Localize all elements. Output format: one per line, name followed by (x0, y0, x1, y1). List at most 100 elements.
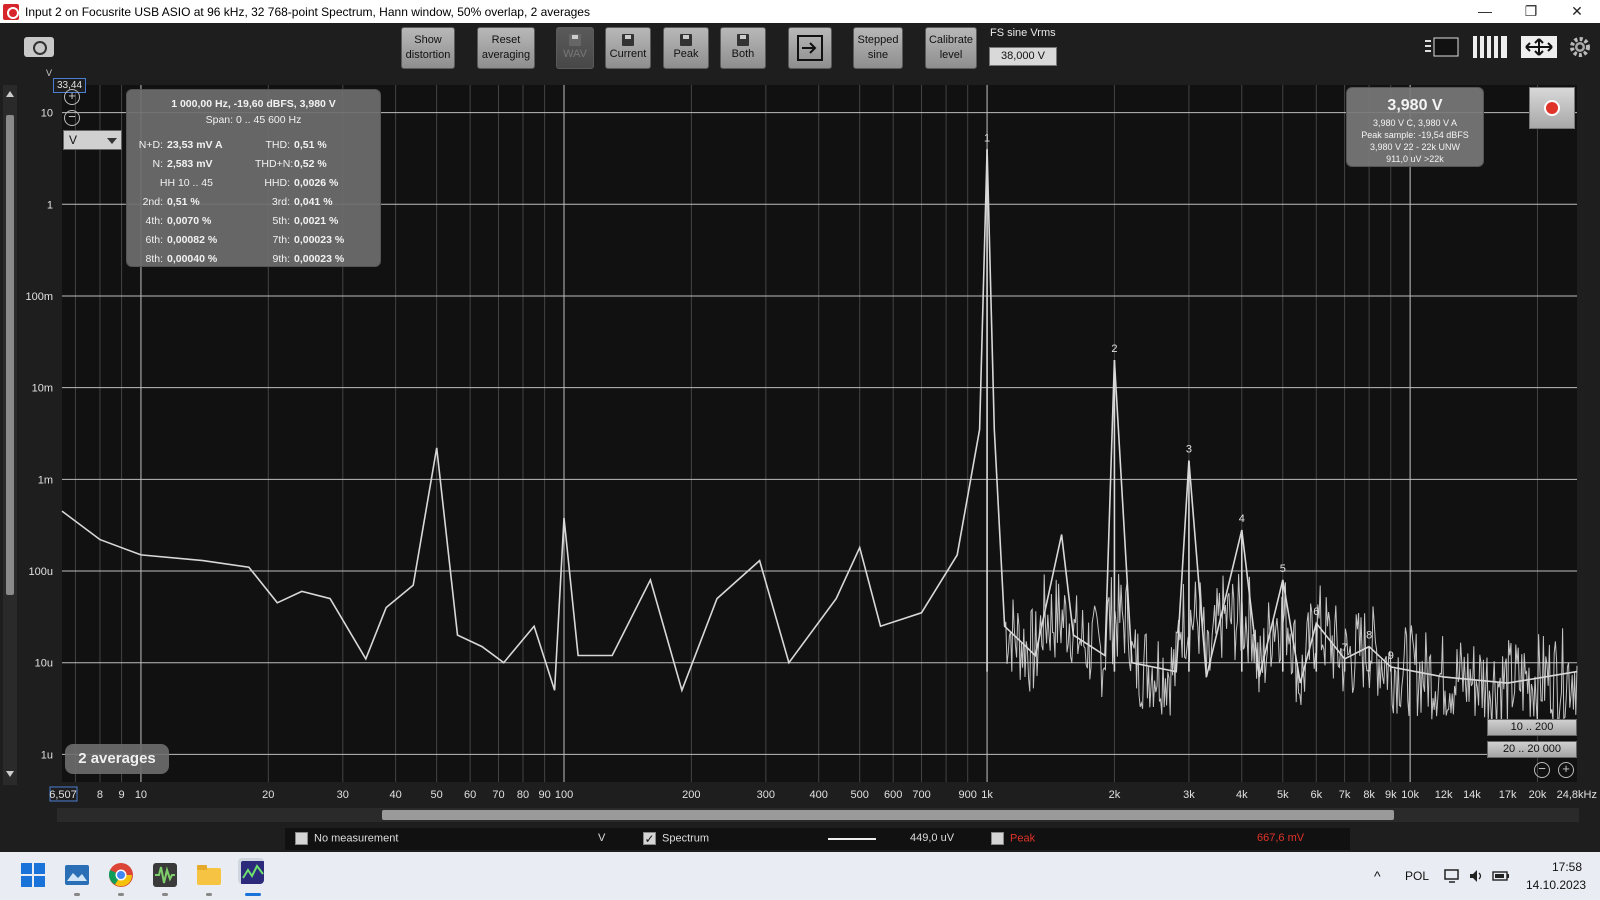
spectrum-checkbox[interactable] (643, 832, 656, 845)
calibrate-level-label-1: Calibrate (928, 34, 974, 46)
display-icon[interactable] (1444, 868, 1460, 884)
waveform-app-icon[interactable] (152, 862, 178, 888)
reset-averaging-label-2: averaging (481, 49, 531, 61)
distortion-row: 3rd: 0,041 % (255, 196, 333, 208)
harmonic-label: 3 (1186, 444, 1192, 456)
range-10-200-button[interactable]: 10 .. 200 (1487, 719, 1577, 736)
distortion-key: HHD: (264, 177, 290, 189)
x-tick-label: 300 (757, 789, 775, 801)
x-tick-label: 10 (135, 789, 147, 801)
distortion-value: 0,00082 % (167, 234, 218, 246)
running-indicator (118, 893, 124, 896)
peak-item[interactable]: Peak (991, 832, 1035, 845)
x-tick-label: 60 (464, 789, 476, 801)
distortion-row: 4th: 0,0070 % (133, 215, 211, 227)
save-current-button[interactable]: Current (605, 27, 651, 69)
y-tick-label: 10u (35, 658, 53, 670)
y-tick-label: 10m (32, 383, 53, 395)
close-button[interactable]: ✕ (1554, 0, 1600, 23)
maximize-button[interactable]: ❐ (1508, 0, 1554, 23)
x-tick-label: 24,8kHz (1557, 789, 1597, 801)
show-distortion-label-2: distortion (405, 49, 451, 61)
horizontal-scroll-thumb[interactable] (382, 810, 1394, 820)
y-tick-label: 100m (25, 291, 53, 303)
tray-chevron-icon[interactable]: ^ (1374, 852, 1381, 900)
reset-averaging-button[interactable]: Reset averaging (477, 27, 535, 69)
spectrum-item[interactable]: Spectrum (643, 832, 709, 845)
fs-sine-value[interactable]: 38,000 V (989, 47, 1057, 66)
no-measurement-label: No measurement (314, 832, 399, 845)
battery-icon[interactable] (1492, 868, 1510, 884)
save-icon (569, 34, 581, 46)
spectrum-label: Spectrum (662, 832, 710, 845)
range-20-20000-button[interactable]: 20 .. 20 000 (1487, 741, 1577, 758)
windows-start-icon[interactable] (20, 862, 46, 888)
save-peak-button[interactable]: Peak (663, 27, 709, 69)
clock-time[interactable]: 17:58 (1526, 860, 1582, 876)
distortion-row: 7th: 0,00023 % (255, 234, 344, 246)
peak-label: Peak (673, 48, 699, 60)
distortion-key: N+D: (138, 139, 163, 151)
distortion-key: HH 10 .. 45 (159, 177, 213, 189)
language-indicator[interactable]: POL (1405, 852, 1429, 900)
graph-area[interactable]: 10 1 100m 10m 1m 100u 10u 1u 8 9 10 20 30 40 50 60 70 80 9… (0, 68, 1600, 825)
fit-view-icon[interactable] (1520, 34, 1558, 58)
distortion-value: 23,53 mV A (167, 139, 223, 151)
distortion-key: 6th: (145, 234, 163, 246)
save-icon (622, 34, 634, 46)
peak-checkbox[interactable] (991, 832, 1004, 845)
x-tick-label: 8k (1363, 789, 1375, 801)
y-tick-label: 100u (29, 566, 53, 578)
harmonic-label: 7 (1342, 642, 1348, 654)
distortion-row: N: 2,583 mV (133, 158, 213, 170)
chevron-down-icon (107, 138, 117, 144)
record-button[interactable] (1529, 87, 1575, 129)
camera-icon[interactable] (24, 37, 54, 57)
file-explorer-icon[interactable] (196, 862, 222, 888)
stepped-sine-button[interactable]: Stepped sine (853, 27, 903, 69)
minimize-button[interactable]: — (1462, 0, 1508, 23)
save-icon (680, 34, 692, 46)
distortion-row: 9th: 0,00023 % (255, 253, 344, 265)
x-zoom-in-icon[interactable]: + (1558, 762, 1574, 778)
distortion-value: 0,00023 % (294, 234, 345, 246)
unit-select[interactable]: V (63, 130, 122, 150)
y-tick-label: 1m (38, 474, 53, 486)
calibrate-level-button[interactable]: Calibrate level (925, 27, 977, 69)
export-button[interactable] (788, 27, 832, 69)
running-indicator (74, 893, 80, 896)
chrome-icon[interactable] (108, 862, 134, 888)
volume-icon[interactable] (1468, 868, 1484, 884)
save-both-button[interactable]: Both (720, 27, 766, 69)
x-tick-label: 70 (492, 789, 504, 801)
distortion-key: 5th: (272, 215, 290, 227)
level-rms-value: 3,980 V (1387, 97, 1443, 114)
photos-app-icon[interactable] (64, 862, 90, 888)
wav-button[interactable]: WAV (556, 27, 594, 69)
x-zoom-out-icon[interactable]: − (1534, 762, 1550, 778)
x-tick-label: 400 (810, 789, 828, 801)
harmonic-label: 4 (1239, 513, 1245, 525)
zoom-in-icon[interactable]: + (64, 89, 80, 105)
columns-layout-icon[interactable] (1472, 34, 1508, 58)
distortion-value: 0,00040 % (167, 253, 218, 265)
rew-app-icon (3, 3, 19, 20)
controls-layout-icon[interactable] (1424, 34, 1460, 58)
gear-icon[interactable] (1567, 34, 1593, 58)
show-distortion-button[interactable]: Show distortion (401, 27, 455, 69)
no-measurement-checkbox[interactable] (295, 832, 308, 845)
x-tick-label: 7k (1339, 789, 1351, 801)
x-tick-label: 12k (1435, 789, 1453, 801)
harmonic-label: 6 (1313, 606, 1319, 618)
rew-taskbar-icon[interactable] (238, 858, 264, 884)
horizontal-scrollbar[interactable] (57, 808, 1579, 822)
clock-date[interactable]: 14.10.2023 (1526, 878, 1586, 894)
y-tick-label: 1 (47, 199, 53, 211)
no-measurement-item[interactable]: No measurement (295, 832, 398, 845)
spectrum-line-swatch (828, 838, 876, 840)
distortion-panel: 1 000,00 Hz, -19,60 dBFS, 3,980 V Span: … (126, 89, 381, 267)
level-panel: 3,980 V 3,980 V C, 3,980 V A Peak sample… (1346, 87, 1484, 167)
zoom-out-icon[interactable]: − (64, 110, 80, 126)
x-tick-label: 6k (1310, 789, 1322, 801)
harmonic-label: 1 (984, 132, 990, 144)
